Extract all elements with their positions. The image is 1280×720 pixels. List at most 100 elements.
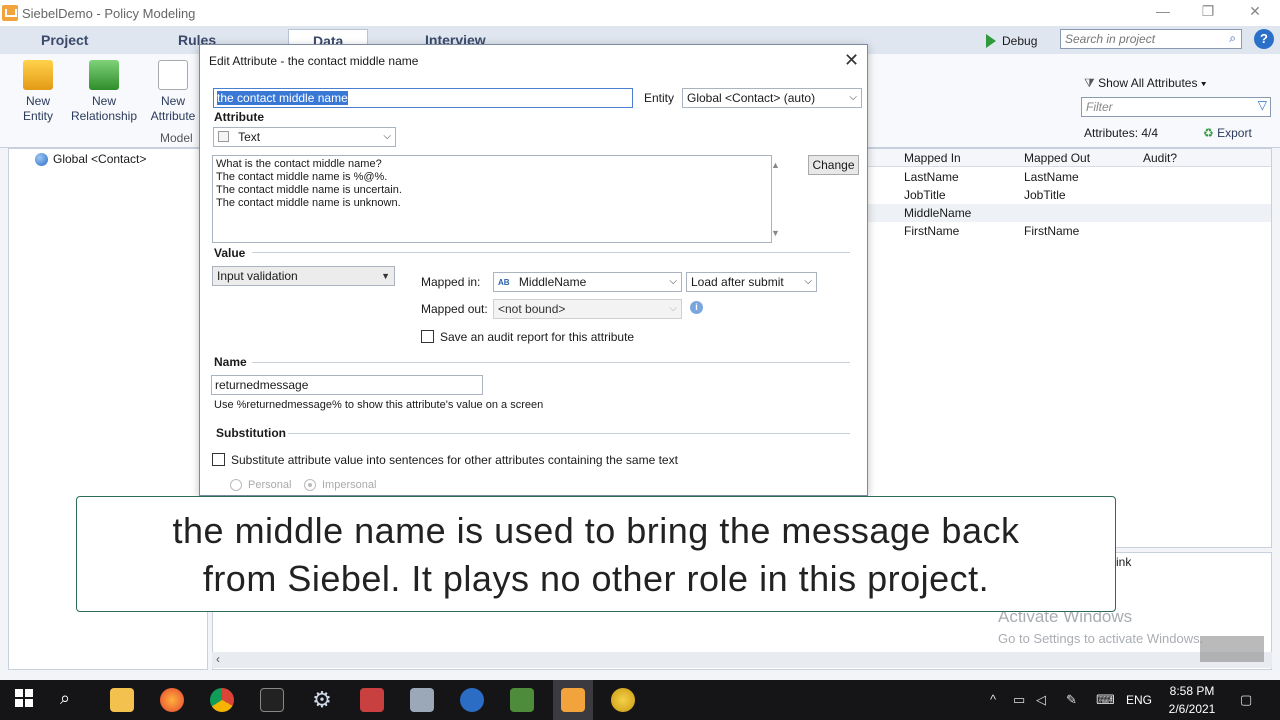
new-attribute-button[interactable]: New Attribute (138, 60, 208, 124)
chrome-icon[interactable] (210, 688, 234, 712)
new-entity-line2: Entity (22, 109, 53, 123)
app-circle-icon[interactable] (611, 688, 635, 712)
show-all-label: Show All Attributes ▾ (1098, 76, 1207, 90)
scroll-down-icon[interactable]: ▼ (771, 227, 780, 240)
video-overlay-controls[interactable] (1200, 636, 1264, 662)
edit-attribute-dialog: Edit Attribute - the contact middle name… (199, 44, 868, 496)
table-cell[interactable]: FirstName (904, 224, 959, 238)
change-button[interactable]: Change (808, 155, 859, 175)
table-cell[interactable]: MiddleName (904, 206, 971, 220)
new-relationship-line2: Relationship (70, 109, 138, 123)
new-relationship-button[interactable]: New Relationship (69, 60, 139, 124)
app-window-icon[interactable] (410, 688, 434, 712)
substitute-checkbox[interactable] (212, 453, 225, 466)
info-icon[interactable]: i (690, 301, 703, 314)
phrasings-textarea[interactable]: What is the contact middle name? The con… (212, 155, 780, 243)
terminal-icon[interactable] (260, 688, 284, 712)
export-button[interactable]: ♻ Export (1203, 126, 1252, 140)
search-input[interactable]: Search in project ⌕ (1060, 29, 1242, 49)
minimize-icon[interactable]: — (1148, 3, 1178, 19)
help-icon[interactable]: ? (1254, 29, 1274, 49)
app-chart-icon[interactable] (510, 688, 534, 712)
audit-label: Save an audit report for this attribute (440, 330, 635, 344)
network-icon[interactable]: ▭ (1013, 692, 1025, 708)
show-all-attributes-dropdown[interactable]: ⧩ Show All Attributes ▾ (1084, 76, 1207, 91)
app-logo-icon (2, 5, 18, 21)
mapped-out-select[interactable]: <not bound> ⌵ (493, 299, 682, 319)
tree-node-global-contact[interactable]: Global <Contact> (35, 152, 146, 166)
table-cell[interactable]: FirstName (1024, 224, 1079, 238)
name-divider (252, 362, 850, 363)
name-heading: Name (214, 355, 247, 369)
entity-select[interactable]: Global <Contact> (auto) ⌵ (682, 88, 862, 108)
filter-input[interactable]: Filter ▽ (1081, 97, 1271, 117)
text-type-icon (218, 131, 229, 142)
filter-funnel-icon[interactable]: ▽ (1258, 98, 1267, 112)
dialog-title: Edit Attribute - the contact middle name (209, 54, 419, 68)
file-explorer-icon[interactable] (110, 688, 134, 712)
scroll-left-icon[interactable]: ‹ (216, 652, 220, 666)
tab-project[interactable]: Project (41, 32, 88, 48)
radio-personal-label: Personal (248, 479, 292, 491)
column-mapped-out[interactable]: Mapped Out (1024, 151, 1090, 165)
play-icon (986, 34, 996, 48)
scroll-up-icon[interactable]: ▲ (771, 159, 780, 172)
firefox-icon[interactable] (160, 688, 184, 712)
load-option-select[interactable]: Load after submit ⌵ (686, 272, 817, 292)
value-heading: Value (214, 246, 246, 260)
model-group-label: Model (160, 131, 193, 145)
dropdown-arrow-icon: ▼ (381, 271, 390, 281)
load-option-value: Load after submit (691, 275, 784, 289)
mapped-in-value: MiddleName (518, 275, 587, 289)
table-cell[interactable]: JobTitle (1024, 188, 1066, 202)
audit-checkbox[interactable] (421, 330, 434, 343)
mapped-out-value: <not bound> (498, 302, 566, 316)
app-tool-icon[interactable] (360, 688, 384, 712)
windows-start-icon[interactable] (14, 688, 38, 712)
export-label: Export (1217, 126, 1252, 140)
attribute-text-input[interactable]: the contact middle name (213, 88, 633, 108)
search-icon[interactable]: ⌕ (1229, 31, 1236, 46)
clock-date[interactable]: 2/6/2021 (1166, 702, 1218, 716)
radio-impersonal[interactable] (304, 479, 316, 491)
column-audit[interactable]: Audit? (1143, 151, 1177, 165)
attribute-type-value: Text (238, 130, 261, 144)
close-window-icon[interactable]: ✕ (1240, 3, 1270, 20)
tray-chevron-icon[interactable]: ^ (990, 692, 996, 707)
notifications-icon[interactable]: ▢ (1240, 692, 1252, 708)
app-chat-icon[interactable] (460, 688, 484, 712)
mapped-in-select[interactable]: AB MiddleName ⌵ (493, 272, 682, 292)
phrasing-uncertain: The contact middle name is uncertain. (216, 184, 402, 196)
attribute-type-select[interactable]: Text ⌵ (213, 127, 396, 147)
settings-gear-icon[interactable]: ⚙ (310, 688, 334, 712)
name-input[interactable]: returnedmessage (211, 375, 483, 395)
policy-modeling-taskbar-icon[interactable] (561, 688, 585, 712)
input-validation-select[interactable]: Input validation ▼ (212, 266, 395, 286)
attribute-sheet-icon (158, 60, 188, 90)
table-cell[interactable]: JobTitle (904, 188, 946, 202)
mapped-in-label: Mapped in: (421, 275, 481, 289)
chevron-down-icon: ⌵ (383, 131, 391, 142)
export-icon: ♻ (1203, 126, 1214, 140)
name-value: returnedmessage (215, 378, 309, 392)
table-cell[interactable]: LastName (1024, 170, 1079, 184)
keyboard-icon[interactable]: ⌨ (1096, 692, 1115, 708)
new-entity-button[interactable]: New Entity (3, 60, 73, 124)
dialog-close-icon[interactable]: ✕ (844, 50, 859, 71)
radio-personal[interactable] (230, 479, 242, 491)
search-taskbar-icon[interactable]: ⌕ (60, 688, 84, 712)
new-attribute-line2: Attribute (150, 109, 196, 123)
column-mapped-in[interactable]: Mapped In (904, 151, 961, 165)
restore-icon[interactable]: ❐ (1193, 3, 1223, 20)
new-entity-line1: New (25, 94, 50, 108)
clock-time[interactable]: 8:58 PM (1166, 684, 1218, 698)
debug-button[interactable]: Debug (986, 30, 1037, 52)
table-cell[interactable]: LastName (904, 170, 959, 184)
phrasing-unknown: The contact middle name is unknown. (216, 197, 401, 209)
phrasing-question: What is the contact middle name? (216, 158, 382, 170)
language-indicator[interactable]: ENG (1126, 693, 1152, 707)
volume-icon[interactable]: ◁ (1036, 692, 1046, 708)
horizontal-scrollbar[interactable]: ‹ (212, 652, 1272, 668)
pen-icon[interactable]: ✎ (1066, 692, 1077, 708)
relationship-cubes-icon (89, 60, 119, 90)
